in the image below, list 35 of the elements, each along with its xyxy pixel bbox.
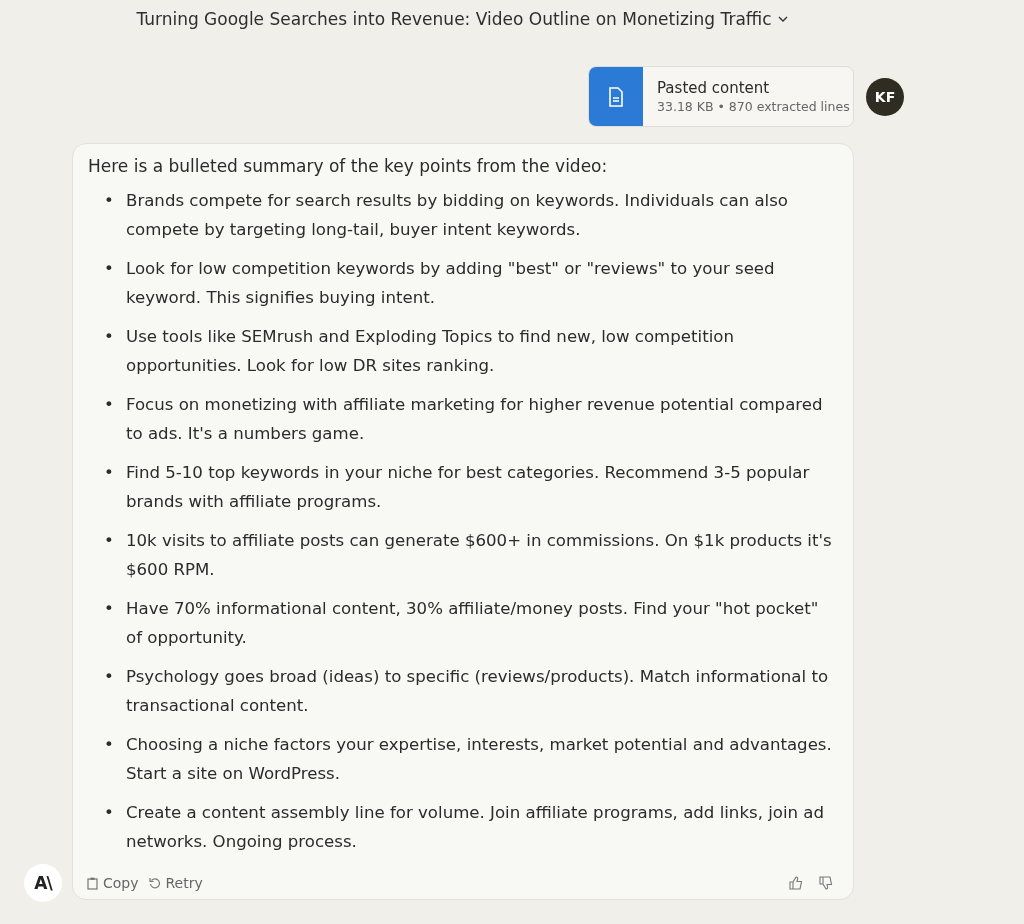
bullet-text: Use tools like SEMrush and Exploding Topics to find new, low competition opportunities. Look for low DR sites ranking.	[126, 326, 735, 377]
bullet-text: Brands compete for search results by bidding on keywords. Individuals can also compete by targeting long-tail, buyer intent keywords.	[126, 190, 789, 241]
bullet-marker: •	[104, 190, 112, 212]
clipboard-icon	[87, 876, 98, 890]
bullet-marker: •	[104, 258, 112, 280]
bullet-text: Look for low competition keywords by adding "best" or "reviews" to your seed keyword. This signifies buying intent.	[126, 258, 776, 309]
bullet-text: Focus on monetizing with affiliate marketing for higher revenue potential compared to ads. It's a numbers game.	[126, 394, 824, 445]
bullet-text: Psychology goes broad (ideas) to specific (reviews/products). Match informational to transactional content.	[126, 666, 830, 717]
retry-icon	[148, 877, 161, 889]
bullet-marker: •	[104, 530, 112, 552]
bullet-marker: •	[104, 734, 112, 756]
retry-button[interactable]: Retry	[148, 875, 203, 891]
thumbs-down-icon[interactable]	[819, 876, 833, 890]
chevron-down-icon[interactable]	[777, 16, 788, 22]
bullet-text: Have 70% informational content, 30% affiliate/money posts. Find your "hot pocket" of opportunity.	[126, 598, 820, 649]
bullet-text: Create a content assembly line for volume. Join affiliate programs, add links, join ad networks. Ongoing process.	[126, 802, 826, 853]
bullet-text: Find 5-10 top keywords in your niche for best categories. Recommend 3-5 popular brands with affiliate programs.	[126, 462, 811, 513]
bullet-marker: •	[104, 802, 112, 824]
bullet-text: Choosing a niche factors your expertise, interests, market potential and advantages. Start a site on WordPress.	[126, 734, 833, 785]
message-text: Here is a bulleted summary of the key points from the video:	[88, 156, 609, 176]
bullet-marker: •	[104, 394, 112, 416]
copy-button[interactable]: Copy	[87, 875, 139, 891]
bullet-marker: •	[104, 462, 112, 484]
conversation-title[interactable]: Turning Google Searches into Revenue: Video Outline on Monetizing Traffic	[136, 9, 772, 29]
bullet-marker: •	[104, 598, 112, 620]
document-icon	[608, 86, 624, 107]
bullet-marker: •	[104, 666, 112, 688]
assistant-logo: A\	[24, 864, 62, 902]
thumbs-up-icon[interactable]	[789, 876, 803, 890]
bullet-text: 10k visits to affiliate posts can generate $600+ in commissions. On $1k products it's $600 RPM.	[126, 530, 833, 581]
attachment-card[interactable]: Pasted content 33.18 KB • 870 extracted lines	[588, 66, 854, 127]
user-avatar: KF	[866, 77, 904, 116]
attachment-name: Pasted content	[657, 79, 771, 97]
attachment-meta: 33.18 KB • 870 extracted lines	[657, 99, 850, 114]
bullet-marker: •	[104, 326, 112, 348]
